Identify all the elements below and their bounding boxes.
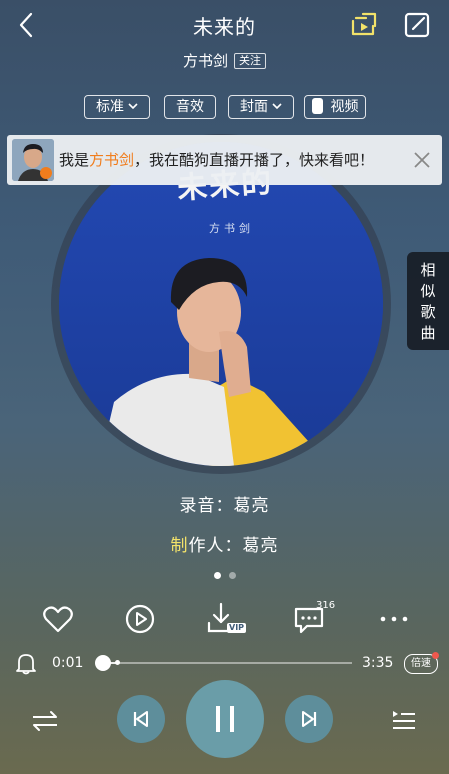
progress-track[interactable] [102,662,352,664]
heart-icon [43,606,73,633]
vip-badge: VIP [227,623,247,633]
skip-forward-icon [302,711,317,727]
credit-recording: 录音：葛亮 [179,496,270,516]
share-screen-icon [351,12,377,36]
chevron-down-icon [128,103,138,110]
credit-producer-highlight: 制 [170,536,189,556]
banner-prefix: 我是 [59,151,90,169]
share-screen-button[interactable] [349,10,379,40]
mv-button[interactable] [122,601,158,637]
similar-songs-char: 曲 [420,324,436,342]
cover-label: 封面 [240,99,268,115]
song-title: 未来的 [193,15,256,39]
edit-icon [404,12,430,38]
quality-label: 标准 [96,99,124,115]
notification-dot [432,652,439,659]
video-label: 视频 [330,99,359,115]
page-dot [229,572,236,579]
download-button[interactable]: VIP [205,601,247,637]
avatar[interactable] [12,139,54,181]
pause-button[interactable] [186,680,264,758]
next-button[interactable] [285,695,333,743]
skip-back-icon [133,711,148,727]
banner-message: 我是方书剑，我在酷狗直播开播了，快来看吧！ [59,149,374,170]
sound-effect-button[interactable]: 音效 [164,95,216,119]
credit-producer-rest: 作人：葛亮 [188,536,279,556]
more-button[interactable] [376,601,412,637]
time-current: 0:01 [52,655,84,671]
album-cover[interactable]: 未来的 方书剑 [59,142,383,466]
close-icon [414,152,430,168]
comment-count: 316 [316,600,336,611]
quality-select[interactable]: 标准 [84,95,150,119]
play-circle-icon [125,604,155,634]
close-button[interactable] [412,150,432,170]
pause-icon [216,706,234,732]
artist-row: 方书剑 关注 [0,50,449,71]
shuffle-order-icon [33,711,57,731]
chevron-down-icon [272,103,282,110]
bell-icon [16,654,36,675]
edit-button[interactable] [402,10,432,40]
follow-button[interactable]: 关注 [234,53,266,69]
progress-knob[interactable] [95,655,112,671]
credit-producer: 制作人：葛亮 [0,531,449,556]
page-dot-active [214,572,221,579]
ringtone-button[interactable] [15,651,37,675]
banner-artist-name: 方书剑 [89,151,135,169]
similar-songs-char: 歌 [420,303,436,321]
playlist-icon [393,711,415,729]
banner-suffix: ，我在酷狗直播开播了，快来看吧！ [134,151,375,169]
time-total: 3:35 [362,655,394,671]
playlist-button[interactable] [389,706,419,736]
cover-select[interactable]: 封面 [228,95,294,119]
play-mode-button[interactable] [30,706,60,736]
cover-artist: 方书剑 [209,222,254,235]
sound-effect-label: 音效 [176,99,204,115]
artist-name[interactable]: 方书剑 [183,52,228,70]
similar-songs-char: 相 [420,261,436,279]
previous-button[interactable] [117,695,165,743]
live-notification-banner[interactable]: 我是方书剑，我在酷狗直播开播了，快来看吧！ [7,135,442,185]
more-icon [380,616,408,622]
buffer-marker [115,660,120,665]
similar-songs-char: 似 [420,282,436,300]
page-indicator [210,564,240,583]
like-button[interactable] [40,601,76,637]
video-toggle[interactable]: 视频 [304,95,366,119]
phone-icon [311,98,323,114]
similar-songs-tab[interactable]: 相 似 歌 曲 [407,252,449,350]
